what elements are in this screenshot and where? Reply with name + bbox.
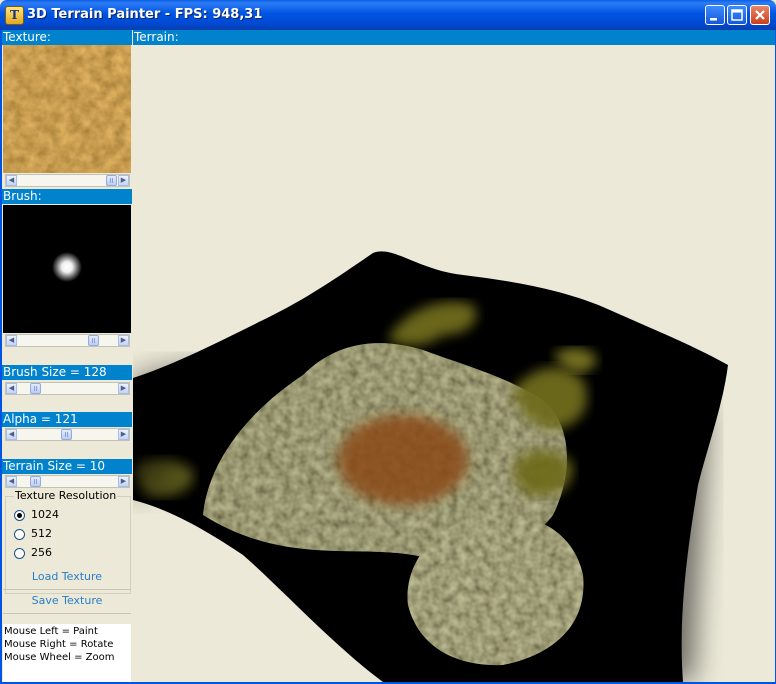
slider-thumb[interactable]	[30, 476, 41, 487]
scroll-right-icon[interactable]: ▶	[118, 175, 129, 186]
window-title: 3D Terrain Painter - FPS: 948,31	[27, 7, 263, 22]
app-window: T 3D Terrain Painter - FPS: 948,31 Textu…	[0, 0, 776, 684]
maximize-icon	[731, 9, 743, 21]
scroll-left-icon[interactable]: ◀	[6, 429, 17, 440]
scroll-left-icon[interactable]: ◀	[6, 175, 17, 186]
scroll-thumb[interactable]	[88, 335, 99, 346]
radio-1024[interactable]: 1024	[14, 508, 59, 522]
painted-dirt-patch	[338, 415, 468, 505]
divider	[3, 613, 131, 614]
brush-image	[3, 205, 131, 333]
texture-image	[3, 45, 131, 173]
brush-scrollbar[interactable]: ◀ ▶	[5, 334, 130, 347]
brush-preview[interactable]	[3, 205, 131, 333]
brush-size-slider[interactable]: ◀ ▶	[5, 382, 130, 395]
scroll-right-icon[interactable]: ▶	[118, 429, 129, 440]
radio-label: 512	[31, 527, 52, 540]
radio-selected-icon[interactable]	[14, 509, 25, 521]
scroll-right-icon[interactable]: ▶	[118, 335, 129, 346]
terrain-viewport[interactable]: Terrain:	[132, 30, 775, 682]
radio-icon[interactable]	[14, 547, 25, 559]
terrain-size-slider[interactable]: ◀ ▶	[5, 475, 130, 488]
help-text: Mouse Left = Paint Mouse Right = Rotate …	[3, 624, 131, 682]
save-texture-button[interactable]: Save Texture	[3, 590, 131, 612]
scroll-right-icon[interactable]: ▶	[118, 383, 129, 394]
texture-scrollbar[interactable]: ◀ ▶	[5, 174, 130, 187]
scroll-left-icon[interactable]: ◀	[6, 383, 17, 394]
brush-header: Brush:	[2, 189, 132, 204]
radio-icon[interactable]	[14, 528, 25, 540]
terrain-render[interactable]	[133, 45, 774, 682]
help-line: Mouse Wheel = Zoom	[4, 652, 115, 663]
radio-512[interactable]: 512	[14, 527, 52, 541]
texture-resolution-title: Texture Resolution	[14, 489, 118, 502]
minimize-button[interactable]	[705, 5, 725, 25]
slider-thumb[interactable]	[61, 429, 72, 440]
terrain-header: Terrain:	[133, 30, 775, 45]
alpha-slider[interactable]: ◀ ▶	[5, 428, 130, 441]
scroll-left-icon[interactable]: ◀	[6, 335, 17, 346]
radio-label: 1024	[31, 508, 59, 521]
slider-thumb[interactable]	[30, 383, 41, 394]
help-line: Mouse Left = Paint	[4, 626, 98, 637]
app-icon: T	[5, 6, 24, 25]
close-button[interactable]	[750, 5, 770, 25]
texture-header: Texture:	[2, 30, 132, 45]
scroll-left-icon[interactable]: ◀	[6, 476, 17, 487]
texture-preview[interactable]	[3, 45, 131, 173]
alpha-header: Alpha = 121	[2, 412, 132, 427]
terrain-size-header: Terrain Size = 10	[2, 459, 132, 474]
sidebar: Texture: ◀ ▶ Brush: ◀ ▶ Brush Size = 128…	[2, 30, 132, 682]
help-line: Mouse Right = Rotate	[4, 639, 114, 650]
scroll-right-icon[interactable]: ▶	[118, 476, 129, 487]
scroll-thumb[interactable]	[106, 175, 117, 186]
minimize-icon	[710, 18, 717, 21]
radio-label: 256	[31, 546, 52, 559]
close-icon	[755, 10, 765, 20]
maximize-button[interactable]	[727, 5, 747, 25]
brush-size-header: Brush Size = 128	[2, 365, 132, 380]
load-texture-button[interactable]: Load Texture	[3, 566, 131, 588]
title-bar[interactable]: T 3D Terrain Painter - FPS: 948,31	[0, 0, 776, 30]
radio-256[interactable]: 256	[14, 546, 52, 560]
